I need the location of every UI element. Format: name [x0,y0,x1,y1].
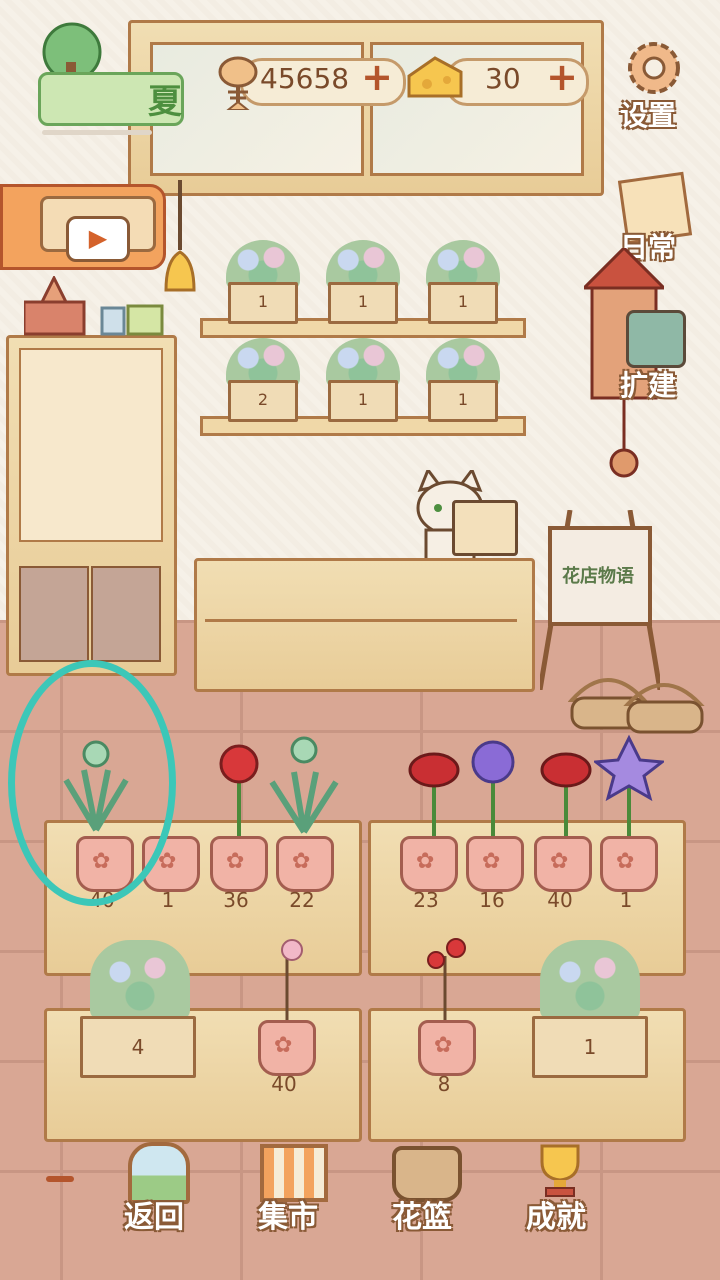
pot-count: 1 [161,888,175,912]
flower-pot[interactable]: ✿ [600,836,658,892]
nav-achievement-label: 成就 [526,1200,586,1235]
shelf-crate: 2 [228,380,298,422]
pot-count: 1 [619,888,633,912]
expand-button[interactable]: 扩建 [612,306,696,402]
shelf-crate: 1 [328,380,398,422]
pot-count: 23 [413,888,439,912]
season-label: 夏 [148,82,182,122]
bellflower-plant[interactable] [594,734,664,844]
cheese-count: 30 [485,62,521,95]
bouquet-display[interactable] [90,940,190,1020]
flower-pot[interactable]: ✿ [400,836,458,892]
gift-boxes[interactable] [22,274,164,336]
bouquet-crate: 4 [80,1016,196,1078]
nav-basket-label: 花篮 [392,1200,452,1235]
cheese-icon [405,52,465,108]
easel-sign-text: 花店物语 [562,566,634,587]
pot-count: 16 [479,888,505,912]
pot-count: 40 [547,888,573,912]
bell-icon[interactable] [160,180,200,304]
settings-button[interactable]: 设置 [612,36,696,132]
bottom-nav: 返回 集市 花篮 成就 [110,1136,610,1236]
orchid-plant[interactable] [264,732,344,842]
display-table-2-plants: ✿ 23 ✿ 16 ✿ 40 ✿ 1 [368,720,680,912]
pot-count: 8 [437,1072,451,1096]
cheese-currency: 30 + [405,50,589,108]
nav-back-button[interactable]: 返回 [110,1136,214,1236]
shelf-crate: 1 [428,380,498,422]
tutorial-highlight-circle [8,660,176,906]
play-icon: ▶ [66,216,130,262]
nav-market-button[interactable]: 集市 [244,1136,348,1236]
flower-pot[interactable]: ✿ [418,1020,476,1076]
red-flower-plant[interactable] [404,744,464,844]
morning-glory-plant[interactable] [458,738,528,838]
bouquet-crate: 1 [532,1016,648,1078]
nav-market-label: 集市 [258,1200,318,1235]
shelf-crate: 1 [228,282,298,324]
shelf-crate: 1 [328,282,398,324]
bouquet-display[interactable] [540,940,640,1020]
shelf-crate: 1 [428,282,498,324]
pot-count: 40 [271,1072,297,1096]
flower-pot[interactable]: ✿ [466,836,524,892]
pot-count: 22 [289,888,315,912]
flower-pot[interactable]: ✿ [276,836,334,892]
season-progress-bar [42,130,152,135]
tutorial-video-button[interactable]: ▶ [0,184,166,270]
craft-bookcase [6,335,177,676]
wall-shelf: 1 1 1 2 1 1 [200,230,526,460]
season-badge[interactable]: 夏 [30,22,184,135]
fish-currency: 45658 + [210,50,406,111]
fish-count: 45658 [260,62,350,95]
expand-label: 扩建 [620,369,677,402]
fish-plus-button[interactable]: + [360,58,394,96]
shop-counter [194,558,535,692]
flower-pot[interactable]: ✿ [258,1020,316,1076]
cherry-blossom-branch [281,939,303,1026]
flower-pot[interactable]: ✿ [534,836,592,892]
cheese-plus-button[interactable]: + [545,58,579,96]
red-flower-plant[interactable] [536,744,596,844]
hammer-icon [626,310,686,368]
minus-button[interactable] [46,1176,74,1182]
camellia-branch [427,938,466,1026]
pot-count: 36 [223,888,249,912]
nav-back-label: 返回 [124,1200,184,1235]
settings-label: 设置 [620,99,677,132]
fish-bone-icon [210,50,266,114]
flower-pot[interactable]: ✿ [210,836,268,892]
nav-achievement-button[interactable]: 成就 [512,1136,616,1236]
cash-register[interactable] [452,500,518,556]
nav-basket-button[interactable]: 花篮 [378,1136,482,1236]
